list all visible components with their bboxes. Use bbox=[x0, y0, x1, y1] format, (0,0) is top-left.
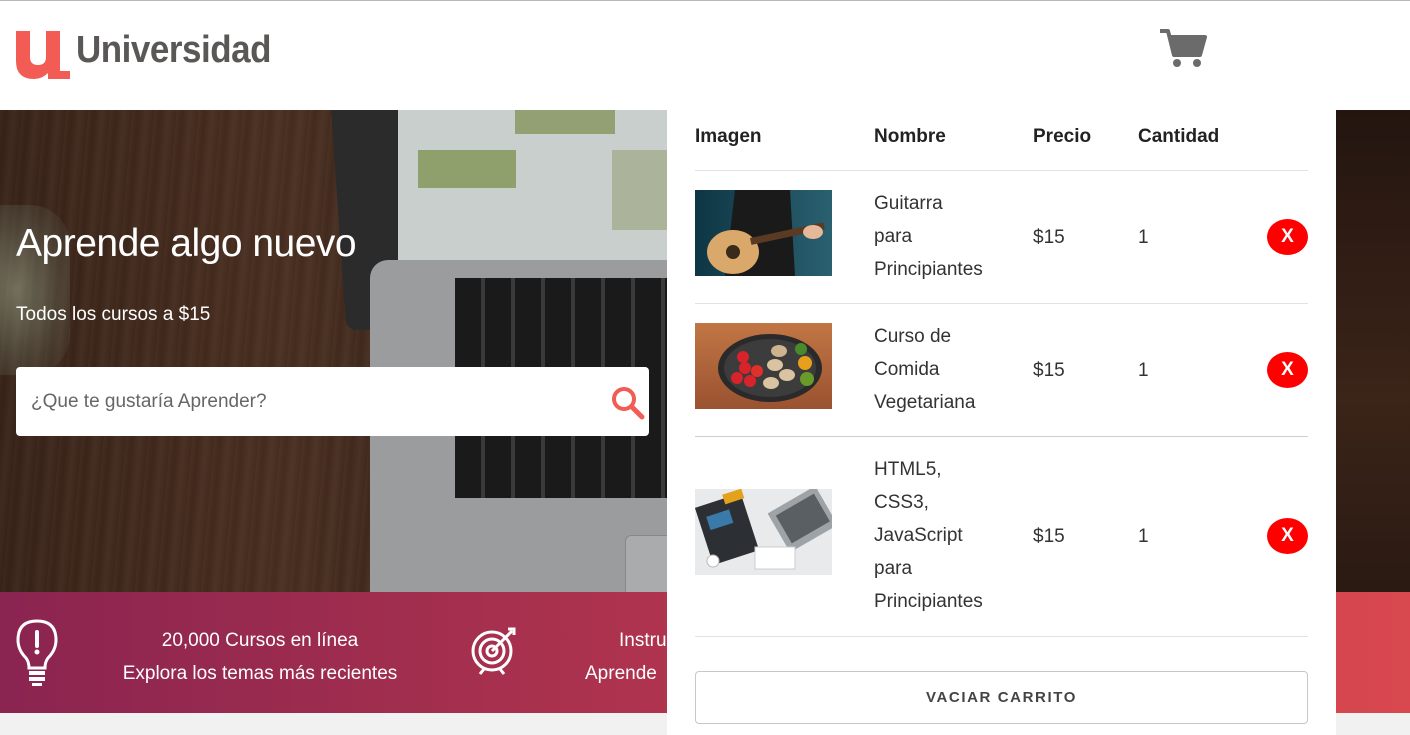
hero-subtitle: Todos los cursos a $15 bbox=[16, 304, 211, 325]
search-box bbox=[16, 367, 649, 436]
hero-title: Aprende algo nuevo bbox=[16, 222, 357, 265]
target-icon bbox=[470, 625, 518, 675]
item-name-line: para bbox=[874, 558, 913, 579]
item-quantity: 1 bbox=[1138, 227, 1149, 248]
hero-screen-patch bbox=[418, 150, 516, 188]
item-name-line: Guitarra bbox=[874, 193, 943, 214]
header-divider bbox=[695, 170, 1308, 171]
item-price: $15 bbox=[1033, 227, 1065, 248]
guitar-thumbnail bbox=[695, 190, 832, 276]
item-name-line: para bbox=[874, 226, 913, 247]
hero-screen-patch bbox=[515, 110, 615, 134]
item-name: Curso de Comida Vegetariana bbox=[874, 320, 1024, 419]
item-name-line: Principiantes bbox=[874, 259, 983, 280]
remove-item-button[interactable]: X bbox=[1267, 219, 1308, 255]
laptop-desk-thumbnail bbox=[695, 489, 832, 575]
feature-courses: 20,000 Cursos en línea Explora los temas… bbox=[110, 624, 410, 690]
search-input[interactable] bbox=[16, 367, 576, 436]
row-divider bbox=[695, 636, 1308, 637]
item-name-line: CSS3, bbox=[874, 492, 929, 513]
logo-text: Universidad bbox=[76, 29, 272, 71]
remove-item-button[interactable]: X bbox=[1267, 352, 1308, 388]
item-price: $15 bbox=[1033, 360, 1065, 381]
hero-right-edge bbox=[1336, 110, 1410, 592]
shopping-cart-icon[interactable] bbox=[1158, 27, 1208, 69]
column-header-name: Nombre bbox=[874, 126, 946, 147]
item-name-line: Principiantes bbox=[874, 591, 983, 612]
row-divider bbox=[695, 436, 1308, 437]
cart-dropdown: Imagen Nombre Precio Cantidad Guitarra p… bbox=[667, 110, 1336, 735]
logo-mark-icon bbox=[16, 31, 70, 79]
item-name-line: JavaScript bbox=[874, 525, 963, 546]
column-header-price: Precio bbox=[1033, 126, 1092, 147]
remove-item-button[interactable]: X bbox=[1267, 518, 1308, 554]
item-name: HTML5, CSS3, JavaScript para Principiant… bbox=[874, 453, 1024, 618]
item-quantity: 1 bbox=[1138, 526, 1149, 547]
item-quantity: 1 bbox=[1138, 360, 1149, 381]
item-name: Guitarra para Principiantes bbox=[874, 187, 1024, 286]
item-price: $15 bbox=[1033, 526, 1065, 547]
item-name-line: HTML5, bbox=[874, 459, 942, 480]
row-divider bbox=[695, 303, 1308, 304]
feature-courses-title: 20,000 Cursos en línea bbox=[161, 630, 359, 651]
feature-courses-subtitle: Explora los temas más recientes bbox=[122, 663, 398, 684]
column-header-quantity: Cantidad bbox=[1138, 126, 1220, 147]
empty-cart-button[interactable]: VACIAR CARRITO bbox=[695, 671, 1308, 724]
hero-screen-patch bbox=[612, 150, 668, 230]
item-name-line: Vegetariana bbox=[874, 392, 976, 413]
item-name-line: Comida bbox=[874, 359, 940, 380]
site-logo[interactable]: Universidad bbox=[14, 27, 288, 81]
lightbulb-icon bbox=[14, 618, 60, 688]
search-icon[interactable] bbox=[610, 385, 646, 421]
item-name-line: Curso de bbox=[874, 326, 952, 347]
site-header: Universidad bbox=[0, 1, 1410, 110]
vegetables-thumbnail bbox=[695, 323, 832, 409]
column-header-image: Imagen bbox=[695, 126, 762, 147]
